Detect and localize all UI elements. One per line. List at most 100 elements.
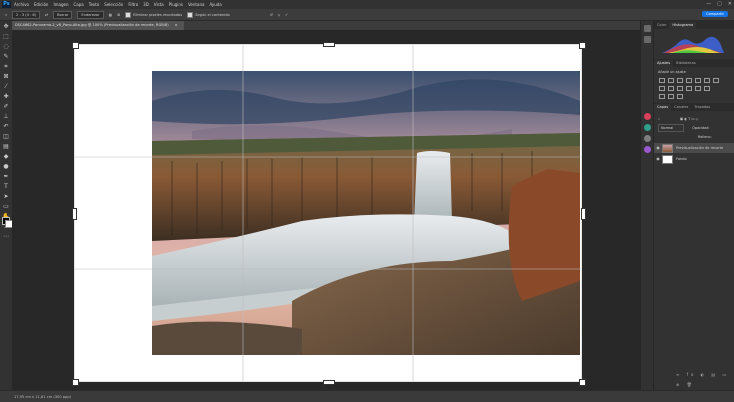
menu-ayuda[interactable]: Ayuda	[209, 2, 221, 7]
brush-tool-icon[interactable]: ✐	[2, 103, 10, 111]
eraser-tool-icon[interactable]: ◫	[2, 133, 10, 141]
blur-tool-icon[interactable]: ◆	[2, 153, 10, 161]
tab-layers[interactable]: Capas	[654, 104, 672, 111]
crop-tool-icon[interactable]: ⌗	[2, 63, 10, 71]
crop-handle-bottom-left[interactable]	[72, 379, 79, 386]
swap-dimensions-icon[interactable]: ⇄	[45, 13, 48, 17]
hue-adjust-icon[interactable]	[704, 78, 710, 83]
crop-tool-icon[interactable]: ⌗	[5, 13, 7, 17]
brightness-adjust-icon[interactable]	[659, 78, 665, 83]
photo-filter-icon[interactable]	[668, 86, 674, 91]
document-tab[interactable]: DSC4662-Panorama-2_vR_Pano-Alta.jpg @ 10…	[12, 21, 184, 30]
selective-color-icon[interactable]	[677, 94, 683, 99]
reset-icon[interactable]: ↺	[270, 13, 273, 17]
dodge-tool-icon[interactable]: ●	[2, 163, 10, 171]
delete-pixels-checkbox[interactable]	[125, 11, 132, 18]
menu-filtro[interactable]: Filtro	[128, 2, 138, 7]
healing-tool-icon[interactable]: ✚	[2, 93, 10, 101]
frame-tool-icon[interactable]: ⊠	[2, 73, 10, 81]
straighten-button[interactable]: Enderezar	[77, 10, 104, 19]
crop-handle-left[interactable]	[72, 208, 77, 220]
crop-handle-top-right[interactable]	[579, 42, 586, 49]
close-tab-icon[interactable]: ×	[175, 21, 178, 30]
menu-archivo[interactable]: Archivo	[14, 2, 29, 7]
layer-row-background[interactable]: ◉ Fondo	[654, 154, 734, 164]
lasso-tool-icon[interactable]: ◌	[2, 43, 10, 51]
layer-action-icons[interactable]: ∞ fx ◐ ▤ ▭ ⊕ 🗑	[676, 370, 734, 390]
menu-edicion[interactable]: Edición	[34, 2, 48, 7]
discover-panel-icon[interactable]	[644, 146, 651, 153]
visibility-eye-icon[interactable]: ◉	[654, 154, 662, 164]
move-tool-icon[interactable]: ✥	[2, 23, 10, 31]
visibility-eye-icon[interactable]: ◉	[654, 143, 662, 153]
properties-panel-icon[interactable]	[644, 36, 651, 43]
menu-capa[interactable]: Capa	[74, 2, 84, 7]
layer-actions-row: ∞ fx ◐ ▤ ▭ ⊕ 🗑	[654, 372, 734, 387]
cancel-icon[interactable]: ⦸	[278, 13, 280, 17]
tab-paths[interactable]: Trazados	[691, 104, 713, 111]
menu-texto[interactable]: Texto	[89, 2, 100, 7]
close-button[interactable]: ✕	[728, 1, 732, 7]
balance-adjust-icon[interactable]	[713, 78, 719, 83]
menu-seleccion[interactable]: Selección	[104, 2, 123, 7]
shape-tool-icon[interactable]: ▭	[2, 203, 10, 211]
share-button[interactable]: Compartir	[701, 11, 728, 17]
threshold-adjust-icon[interactable]	[659, 94, 665, 99]
curves-adjust-icon[interactable]	[677, 78, 683, 83]
layer-row-crop-preview[interactable]: ◉ Previsualización de recorte	[654, 143, 734, 153]
stamp-tool-icon[interactable]: ⊥	[2, 113, 10, 121]
overlay-options-icon[interactable]: ▦	[109, 13, 112, 17]
invert-adjust-icon[interactable]	[695, 86, 701, 91]
pen-tool-icon[interactable]: ✒	[2, 173, 10, 181]
libraries-panel-icon[interactable]	[644, 124, 651, 131]
crop-handle-bottom-right[interactable]	[579, 379, 586, 386]
settings-gear-icon[interactable]: ⚙	[117, 13, 120, 17]
tab-adjustments[interactable]: Ajustes	[654, 60, 674, 67]
tab-color[interactable]: Color	[654, 22, 669, 29]
gradient-tool-icon[interactable]: ▤	[2, 143, 10, 151]
path-select-icon[interactable]: ➤	[2, 193, 10, 201]
blend-mode-select[interactable]: Normal	[658, 124, 685, 132]
menu-3d[interactable]: 3D	[143, 2, 149, 7]
more-tools-icon[interactable]: ⋯	[2, 233, 10, 241]
type-tool-icon[interactable]: T	[2, 183, 10, 191]
clear-button[interactable]: Borrar	[53, 10, 73, 19]
tab-channels[interactable]: Canales	[671, 104, 691, 111]
history-panel-icon[interactable]	[644, 25, 651, 32]
quick-select-tool-icon[interactable]: ✎	[2, 53, 10, 61]
menu-plugins[interactable]: Plugins	[169, 2, 183, 7]
maximize-button[interactable]: ▢	[717, 1, 722, 7]
menu-vista[interactable]: Vista	[154, 2, 164, 7]
canvas-area[interactable]	[12, 30, 640, 391]
learn-panel-icon[interactable]	[644, 113, 651, 120]
channel-mixer-icon[interactable]	[677, 86, 683, 91]
crop-handle-bottom[interactable]	[323, 380, 335, 385]
gradient-map-icon[interactable]	[668, 94, 674, 99]
history-brush-icon[interactable]: ↶	[2, 123, 10, 131]
layers-panel: ⌕ ▣ ◐ T ▭ ◇ Normal Opacidad: Relleno: ◉ …	[654, 111, 734, 391]
bw-adjust-icon[interactable]	[659, 86, 665, 91]
posterize-adjust-icon[interactable]	[704, 86, 710, 91]
menu-imagen[interactable]: Imagen	[53, 2, 68, 7]
tab-histogram[interactable]: Histograma	[669, 22, 697, 29]
color-lookup-icon[interactable]	[686, 86, 692, 91]
vibrance-adjust-icon[interactable]	[695, 78, 701, 83]
adjustments-panel-icon[interactable]	[644, 135, 651, 142]
color-histogram-tabs: Color Histograma	[654, 21, 734, 29]
content-aware-checkbox[interactable]	[187, 11, 194, 18]
photoshop-logo: Ps	[2, 1, 11, 8]
crop-handle-top-left[interactable]	[72, 42, 79, 49]
levels-adjust-icon[interactable]	[668, 78, 674, 83]
marquee-tool-icon[interactable]: ⬚	[2, 33, 10, 41]
histogram-graph	[662, 36, 724, 53]
crop-ratio-select[interactable]: 2 : 3 (4 : 6)	[12, 10, 41, 19]
minimize-button[interactable]: —	[706, 1, 711, 7]
crop-handle-top[interactable]	[323, 42, 335, 47]
menu-ventana[interactable]: Ventana	[188, 2, 204, 7]
delete-pixels-option: Eliminar píxeles recortados	[125, 11, 182, 18]
commit-icon[interactable]: ✓	[285, 13, 288, 17]
tab-libraries[interactable]: Bibliotecas	[673, 60, 699, 67]
crop-handle-right[interactable]	[581, 208, 586, 220]
exposure-adjust-icon[interactable]	[686, 78, 692, 83]
eyedropper-tool-icon[interactable]: ⁄	[2, 83, 10, 91]
